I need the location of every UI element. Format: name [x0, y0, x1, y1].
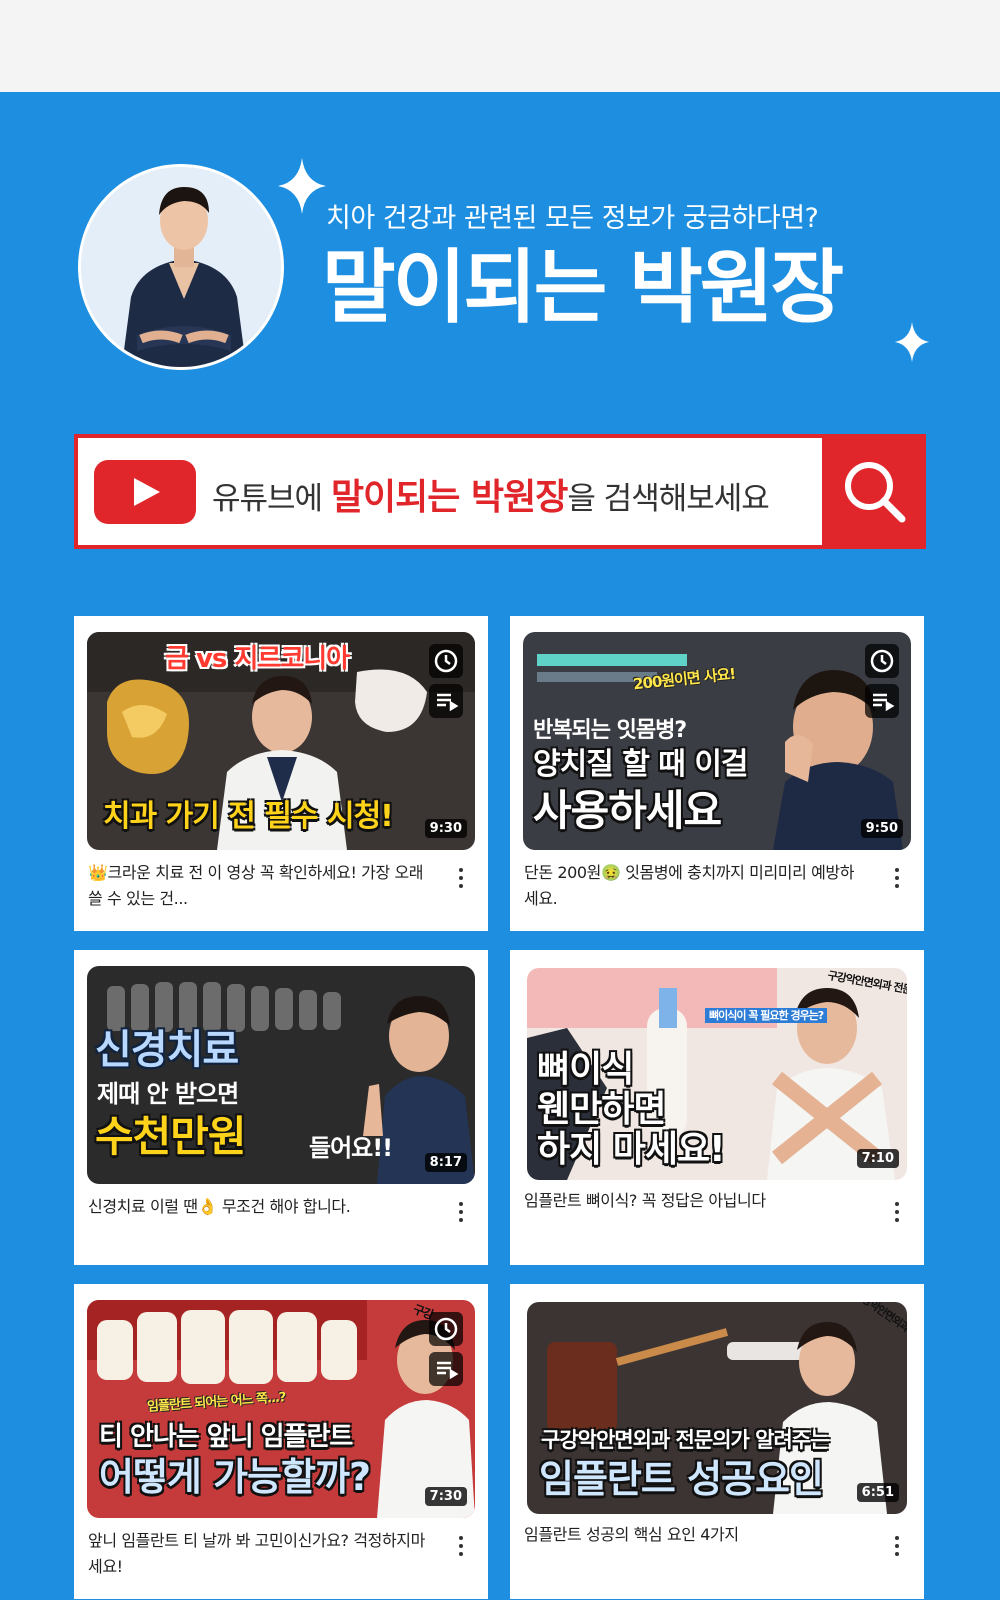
thumbnail-text: 신경치료: [95, 1027, 239, 1073]
more-options-icon[interactable]: [456, 1202, 466, 1228]
watch-later-icon[interactable]: [865, 644, 899, 678]
watch-later-icon[interactable]: [429, 1312, 463, 1346]
sparkle-icon: [894, 322, 930, 362]
video-card[interactable]: 구강악안면외과 전문의 구강악안면외과 전문의가 알려주는 임플란트 성공요인 …: [510, 1284, 924, 1599]
thumbnail-text: 임플란트 성공요인: [539, 1457, 824, 1501]
more-options-icon[interactable]: [892, 868, 902, 894]
search-prefix: 유튜브에: [212, 481, 331, 517]
video-title[interactable]: 임플란트 뼈이식? 꼭 정답은 아닙니다: [524, 1188, 864, 1214]
thumbnail-text: 어떻게 가능할까?: [99, 1455, 371, 1499]
video-duration: 7:10: [856, 1149, 899, 1168]
thumbnail-text: 들어요!!: [309, 1134, 393, 1162]
search-button[interactable]: [822, 434, 926, 549]
video-duration: 9:50: [860, 819, 903, 838]
video-title[interactable]: 단돈 200원🤢 잇몸병에 충치까지 미리미리 예방하세요.: [524, 860, 864, 912]
more-options-icon[interactable]: [892, 1536, 902, 1562]
video-thumbnail[interactable]: 200원이면 사요! 반복되는 잇몸병? 양치질 할 때 이걸 사용하세요 9:…: [523, 632, 911, 850]
add-to-queue-icon[interactable]: [429, 1352, 463, 1386]
video-card[interactable]: 200원이면 사요! 반복되는 잇몸병? 양치질 할 때 이걸 사용하세요 9:…: [510, 616, 924, 931]
search-keyword: 말이되는 박원장: [330, 477, 568, 518]
thumbnail-text: 치과 가기 전 필수 시청!: [103, 799, 394, 834]
video-thumbnail[interactable]: 금 vs 지르코니아 치과 가기 전 필수 시청! 9:30: [87, 632, 475, 850]
video-duration: 9:30: [424, 819, 467, 838]
thumbnail-text: 양치질 할 때 이걸: [533, 747, 749, 782]
thumbnail-text: 뼈이식: [537, 1049, 634, 1090]
thumbnail-text: 하지 마세요!: [537, 1129, 726, 1170]
youtube-logo-icon: [94, 460, 196, 524]
more-options-icon[interactable]: [456, 1536, 466, 1562]
channel-title: 말이되는 박원장: [322, 241, 844, 334]
video-thumbnail[interactable]: 구강악안면외과 전문의 구강악안면외과 전문의가 알려주는 임플란트 성공요인 …: [527, 1302, 907, 1514]
thumbnail-text: 티 안나는 앞니 임플란트: [99, 1422, 353, 1452]
video-card[interactable]: 신경치료 제때 안 받으면 수천만원 들어요!! 8:17 신경치료 이럴 땐👌…: [74, 950, 488, 1265]
sparkle-icon: [278, 158, 326, 214]
doctor-avatar: [78, 164, 284, 370]
thumbnail-text: 구강악안면외과 전문의가 알려주는: [541, 1428, 829, 1452]
video-card[interactable]: 금 vs 지르코니아 치과 가기 전 필수 시청! 9:30 👑크라운 치료 전…: [74, 616, 488, 931]
video-title[interactable]: 👑크라운 치료 전 이 영상 꼭 확인하세요! 가장 오래 쓸 수 있는 건..…: [88, 860, 428, 912]
thumbnail-text: 금 vs 지르코니아: [165, 644, 350, 674]
video-duration: 7:30: [424, 1487, 467, 1506]
thumbnail-text: 웬만하면: [537, 1089, 666, 1130]
thumbnail-text: 수천만원: [95, 1112, 247, 1161]
watch-later-icon[interactable]: [429, 644, 463, 678]
add-to-queue-icon[interactable]: [865, 684, 899, 718]
video-title[interactable]: 앞니 임플란트 티 날까 봐 고민이신가요? 걱정하지마세요!: [88, 1528, 428, 1580]
top-band: [0, 0, 1000, 92]
video-title[interactable]: 임플란트 성공의 핵심 요인 4가지: [524, 1522, 864, 1548]
search-icon: [845, 462, 906, 523]
video-title[interactable]: 신경치료 이럴 땐👌 무조건 해야 합니다.: [88, 1194, 428, 1220]
video-thumbnail[interactable]: 구강악안면외과 전문의 뼈이식이 꼭 필요한 경우는? 뼈이식 웬만하면 하지 …: [527, 968, 907, 1180]
video-card[interactable]: 구강 임플란트 되어는 어느 쪽...? 티 안나는 앞니 임플란트 어떻게 가…: [74, 1284, 488, 1599]
youtube-search-bar[interactable]: 유튜브에 말이되는 박원장을 검색해보세요: [74, 434, 926, 549]
thumbnail-text: 사용하세요: [533, 786, 722, 835]
add-to-queue-icon[interactable]: [429, 684, 463, 718]
video-duration: 6:51: [856, 1483, 899, 1502]
thumbnail-text: 뼈이식이 꼭 필요한 경우는?: [705, 1008, 828, 1023]
thumbnail-text: 제때 안 받으면: [97, 1080, 239, 1108]
video-thumbnail[interactable]: 구강 임플란트 되어는 어느 쪽...? 티 안나는 앞니 임플란트 어떻게 가…: [87, 1300, 475, 1518]
more-options-icon[interactable]: [456, 868, 466, 894]
header-subtitle: 치아 건강과 관련된 모든 정보가 궁금하다면?: [326, 203, 819, 234]
thumbnail-text: 반복되는 잇몸병?: [533, 718, 687, 743]
video-duration: 8:17: [424, 1153, 467, 1172]
video-card[interactable]: 구강악안면외과 전문의 뼈이식이 꼭 필요한 경우는? 뼈이식 웬만하면 하지 …: [510, 950, 924, 1265]
more-options-icon[interactable]: [892, 1202, 902, 1228]
search-suffix: 을 검색해보세요: [567, 481, 769, 517]
search-instruction: 유튜브에 말이되는 박원장을 검색해보세요: [212, 468, 770, 520]
video-thumbnail[interactable]: 신경치료 제때 안 받으면 수천만원 들어요!! 8:17: [87, 966, 475, 1184]
